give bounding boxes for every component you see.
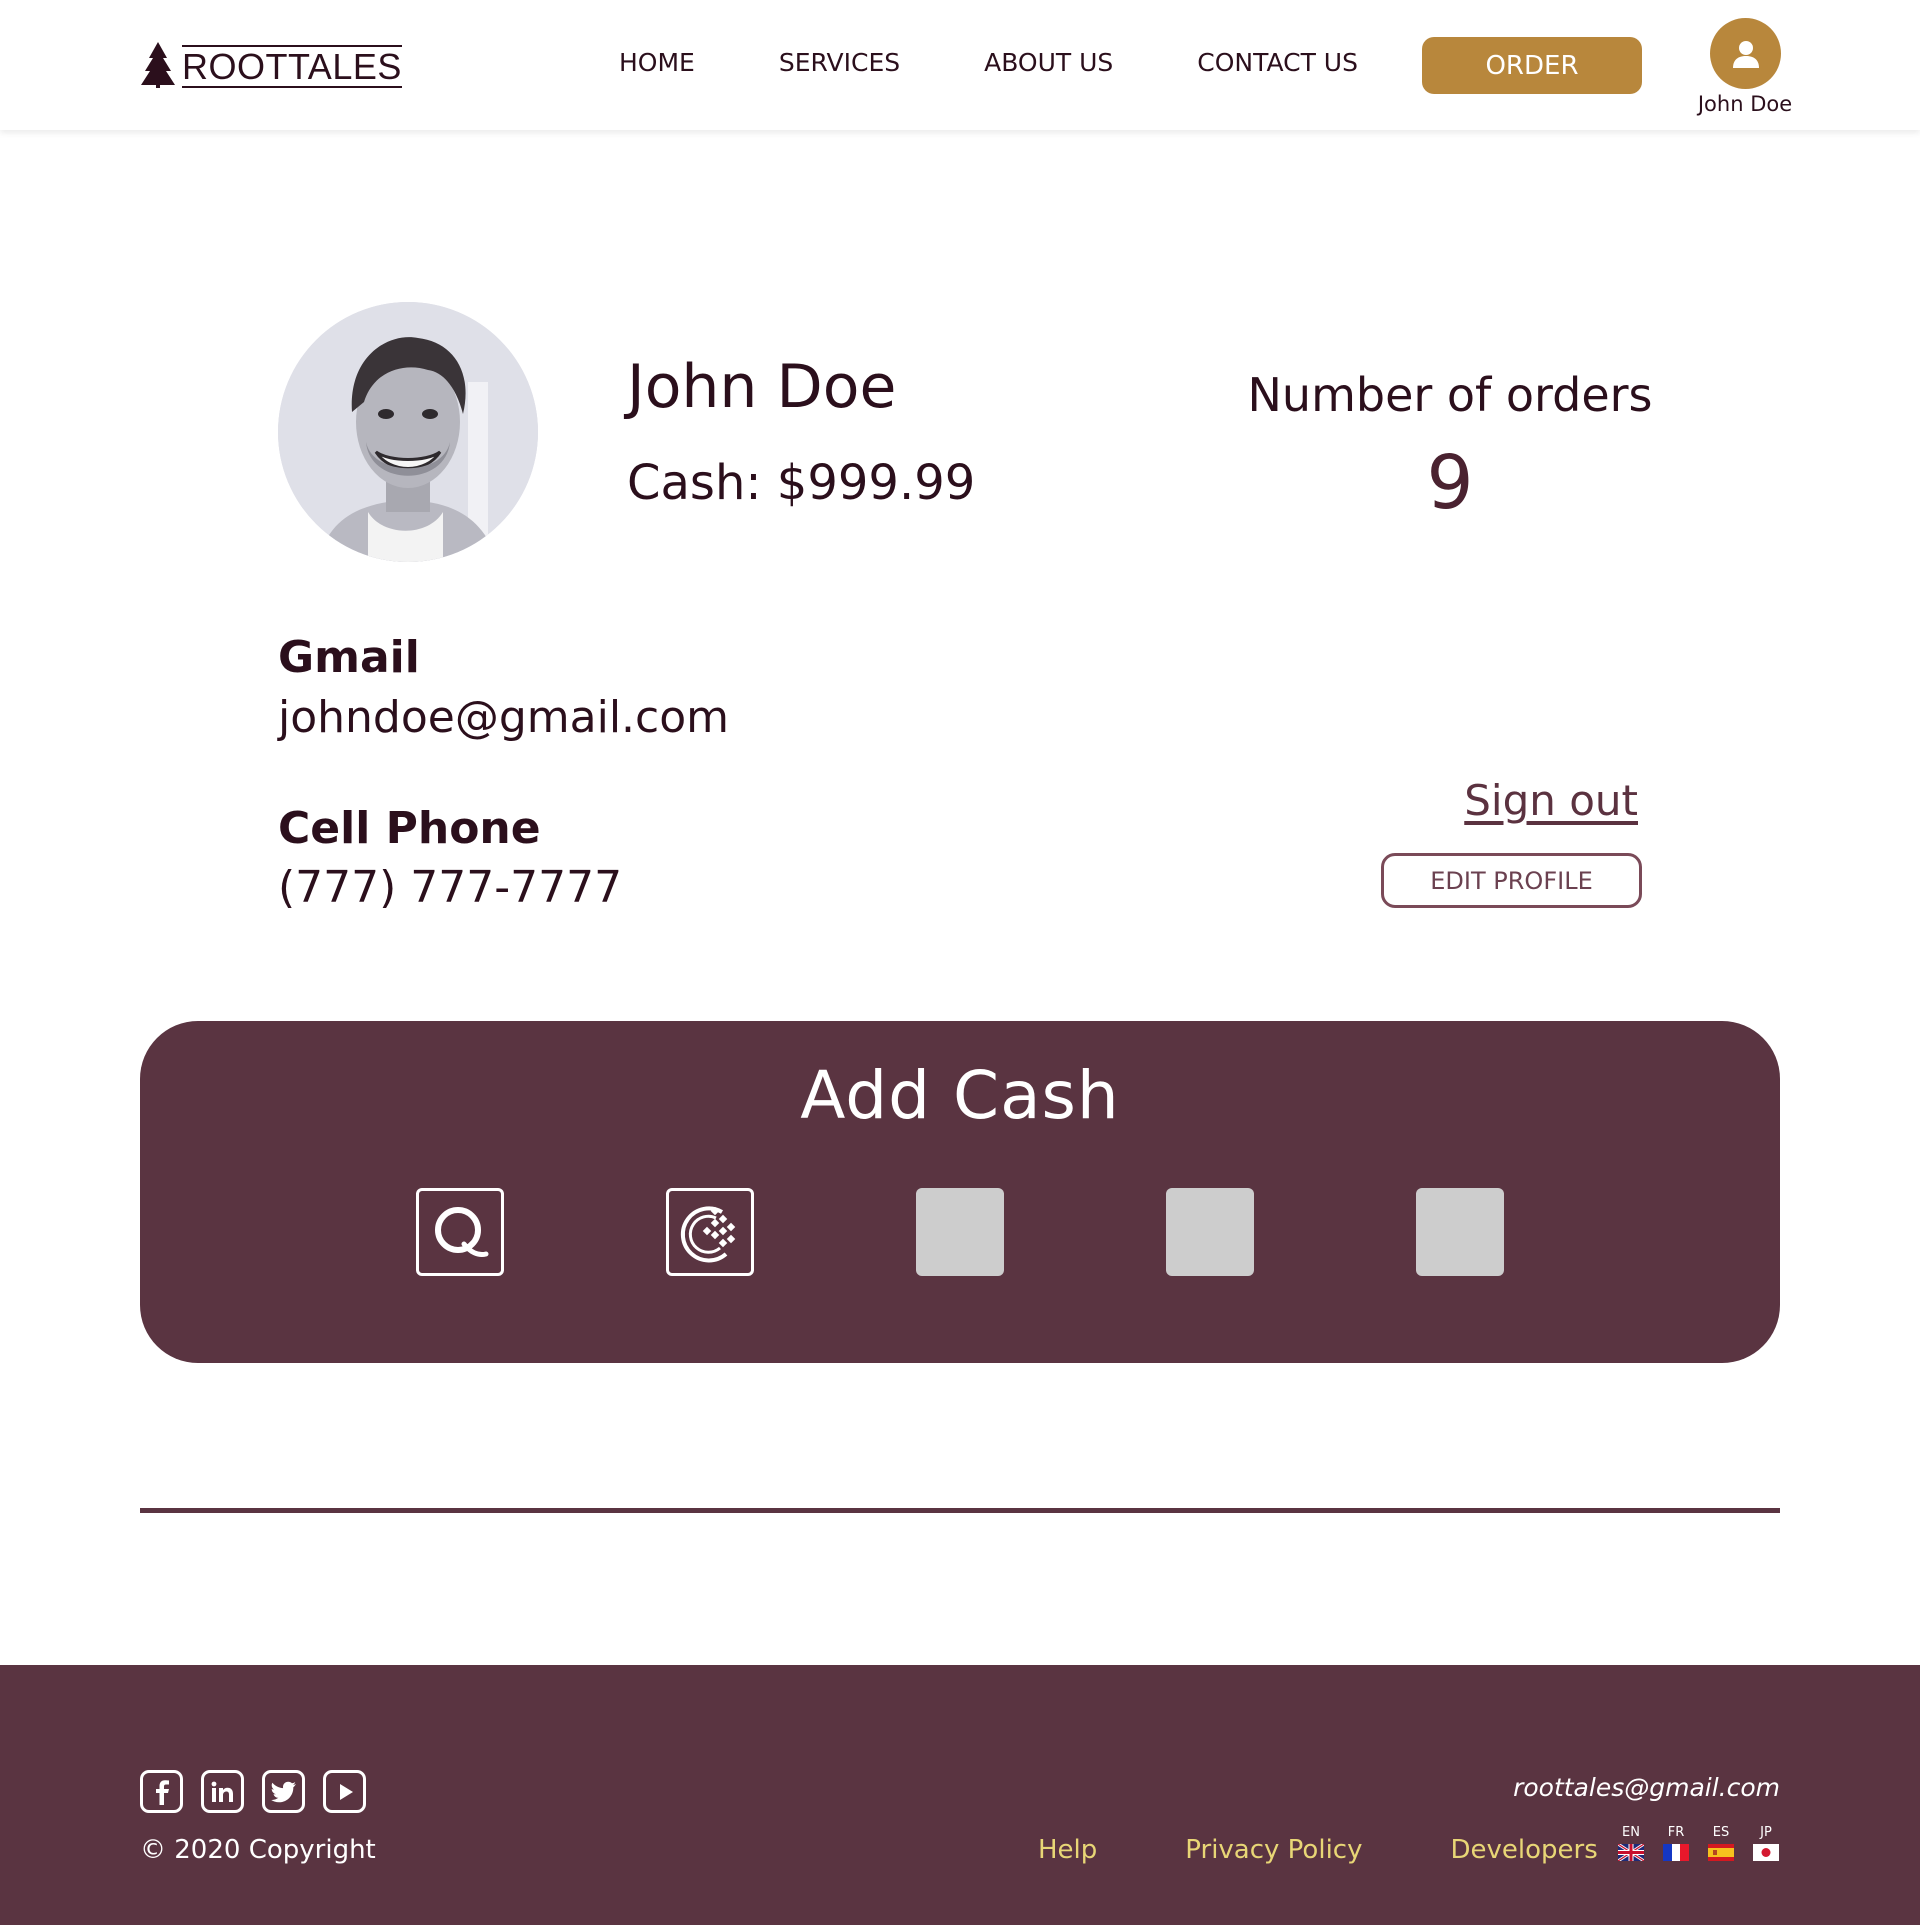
email-value: johndoe@gmail.com — [278, 692, 729, 743]
main-nav: HOME SERVICES ABOUT US CONTACT US — [619, 48, 1442, 77]
uk-flag-icon — [1618, 1844, 1644, 1861]
profile-photo-image — [278, 302, 538, 562]
lang-es[interactable]: ES — [1707, 1825, 1735, 1861]
lang-fr[interactable]: FR — [1662, 1825, 1690, 1861]
site-header: ROOTTALES HOME SERVICES ABOUT US CONTACT… — [0, 0, 1920, 130]
footer-links: Help Privacy Policy Developers — [1038, 1835, 1686, 1865]
header-user-name[interactable]: John Doe — [1660, 92, 1830, 116]
lang-en[interactable]: EN — [1617, 1825, 1645, 1861]
lang-code-jp: JP — [1760, 1825, 1772, 1840]
france-flag-icon — [1663, 1844, 1689, 1861]
payment-placeholder-4[interactable] — [1166, 1188, 1254, 1276]
lang-code-es: ES — [1712, 1825, 1730, 1840]
section-divider — [140, 1508, 1780, 1513]
edit-profile-button[interactable]: EDIT PROFILE — [1381, 853, 1642, 908]
add-cash-panel: Add Cash — [140, 1021, 1780, 1363]
payment-placeholder-5[interactable] — [1416, 1188, 1504, 1276]
site-footer: © 2020 Copyright roottales@gmail.com Hel… — [0, 1665, 1920, 1925]
nav-contact-us[interactable]: CONTACT US — [1197, 48, 1358, 77]
profile-photo — [278, 302, 538, 562]
twitter-icon[interactable] — [262, 1770, 305, 1813]
phone-label: Cell Phone — [278, 803, 541, 854]
sign-out-link[interactable]: Sign out — [1464, 776, 1638, 825]
nav-services[interactable]: SERVICES — [779, 48, 900, 77]
spain-flag-icon — [1708, 1844, 1734, 1861]
social-links — [140, 1770, 384, 1813]
order-button[interactable]: ORDER — [1422, 37, 1642, 94]
footer-email-link[interactable]: roottales@gmail.com — [1513, 1773, 1780, 1802]
copyright-text: © 2020 Copyright — [140, 1835, 376, 1865]
japan-flag-icon — [1753, 1844, 1779, 1861]
footer-link-help[interactable]: Help — [1038, 1835, 1097, 1865]
nav-home[interactable]: HOME — [619, 48, 695, 77]
lang-code-en: EN — [1622, 1825, 1640, 1840]
webmoney-payment-button[interactable] — [666, 1188, 754, 1276]
logo-text: ROOTTALES — [182, 45, 402, 88]
qiwi-icon — [435, 1207, 489, 1257]
linkedin-icon[interactable] — [201, 1770, 244, 1813]
orders-count: 9 — [1426, 440, 1474, 526]
webmoney-icon — [680, 1206, 736, 1263]
orders-label: Number of orders — [1247, 368, 1653, 422]
profile-name: John Doe — [627, 352, 897, 422]
lang-code-fr: FR — [1667, 1825, 1685, 1840]
tree-logo-icon — [141, 42, 175, 88]
user-icon — [1732, 40, 1759, 68]
logo[interactable]: ROOTTALES — [140, 42, 402, 88]
add-cash-title: Add Cash — [800, 1057, 1120, 1134]
phone-value: (777) 777-7777 — [278, 862, 623, 913]
language-selector: EN FR ES JP — [1600, 1825, 1780, 1861]
youtube-icon[interactable] — [323, 1770, 366, 1813]
footer-link-privacy-policy[interactable]: Privacy Policy — [1185, 1835, 1362, 1865]
facebook-icon[interactable] — [140, 1770, 183, 1813]
lang-jp[interactable]: JP — [1752, 1825, 1780, 1861]
nav-about-us[interactable]: ABOUT US — [984, 48, 1113, 77]
qiwi-payment-button[interactable] — [416, 1188, 504, 1276]
email-label: Gmail — [278, 632, 420, 683]
footer-link-developers[interactable]: Developers — [1450, 1835, 1597, 1865]
user-avatar-button[interactable] — [1710, 18, 1781, 89]
cash-balance: Cash: $999.99 — [627, 455, 976, 511]
payment-placeholder-3[interactable] — [916, 1188, 1004, 1276]
